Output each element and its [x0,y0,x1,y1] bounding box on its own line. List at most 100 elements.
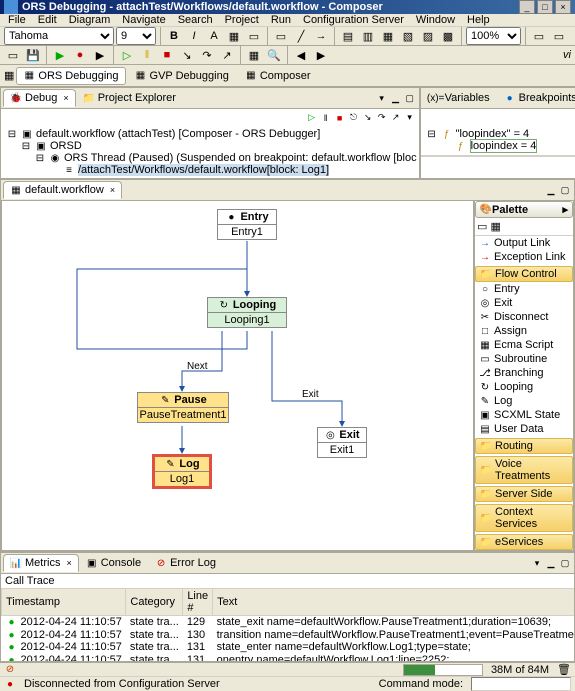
menu-search[interactable]: Search [172,14,219,26]
close-icon[interactable]: × [110,185,115,195]
debug-button[interactable]: ▶ [51,46,69,64]
menu-window[interactable]: Window [410,14,461,26]
palette-item[interactable]: ▦Ecma Script [475,338,573,352]
minimize-view-button[interactable]: ▁ [389,91,403,105]
zoom-selector[interactable]: 100% [466,27,521,45]
align-bottom-button[interactable]: ▩ [439,27,457,45]
extra-2-button[interactable]: ▭ [550,27,568,45]
node-looping[interactable]: ↻Looping Looping1 [207,297,287,328]
arrow-button[interactable]: → [312,27,330,45]
palette-category[interactable]: 📁Server Side [475,486,573,502]
font-selector[interactable]: Tahoma [4,27,114,45]
open-perspective-button[interactable]: ▦ [4,69,14,82]
palette-link[interactable]: →Exception Link [475,250,573,264]
breakpoints-tab[interactable]: ● Breakpoints [497,89,575,107]
view-menu-button[interactable]: ▾ [375,91,389,105]
suspend-button[interactable]: ‖ [138,46,156,64]
disconnect-mini-button[interactable]: ⎋ [347,111,361,125]
step-over-button[interactable]: ↷ [198,46,216,64]
node-entry[interactable]: ●Entry Entry1 [217,209,277,240]
palette-link[interactable]: →Output Link [475,236,573,250]
minimize-button[interactable]: _ [519,0,535,14]
expression-row[interactable]: ƒloopindex = 4 [423,140,575,152]
palette-item[interactable]: ↻Looping [475,380,573,394]
heap-progress[interactable] [403,664,483,676]
palette-item[interactable]: ◎Exit [475,296,573,310]
console-tab[interactable]: ▣ Console [79,554,148,572]
metrics-tab[interactable]: 📊 Metrics × [3,554,79,572]
palette-item[interactable]: ✂Disconnect [475,310,573,324]
table-row[interactable]: ● 2012-04-24 11:10:57state tra...129stat… [2,616,575,629]
menu-diagram[interactable]: Diagram [63,14,117,26]
menu-file[interactable]: File [2,14,32,26]
palette-item[interactable]: ○Entry [475,282,573,296]
palette-marquee-button[interactable]: ▦ [490,221,500,233]
nav-fwd-button[interactable]: ▶ [312,46,330,64]
step-return-mini-button[interactable]: ↗ [389,111,403,125]
maximize-view-button[interactable]: ▢ [558,556,572,570]
step-into-button[interactable]: ↘ [178,46,196,64]
terminate-mini-button[interactable]: ■ [333,111,347,125]
resume-mini-button[interactable]: ▷ [305,111,319,125]
menu-edit[interactable]: Edit [32,14,63,26]
minimize-view-button[interactable]: ▁ [544,556,558,570]
palette-item[interactable]: ✎Log [475,394,573,408]
palette-category[interactable]: 📁Context Services [475,504,573,532]
select-button[interactable]: ▭ [272,27,290,45]
bold-button[interactable]: B [165,27,183,45]
palette-collapse-button[interactable]: ▸ [562,203,568,216]
palette-category[interactable]: 📁Routing [475,438,573,454]
workflow-canvas[interactable]: ●Entry Entry1 ↻Looping Looping1 Next Exi… [1,200,474,551]
menu-configuration-server[interactable]: Configuration Server [297,14,410,26]
step-into-mini-button[interactable]: ↘ [361,111,375,125]
view-menu-button[interactable]: ▾ [530,556,544,570]
close-icon[interactable]: × [63,93,68,103]
new-button[interactable]: ▭ [4,46,22,64]
palette-item[interactable]: □Assign [475,324,573,338]
menu-project[interactable]: Project [219,14,265,26]
tree-row[interactable]: ⊟◉ORS Thread (Paused) (Suspended on brea… [3,152,417,164]
close-icon[interactable]: × [66,558,71,568]
gc-button[interactable]: 🗑 [557,663,571,676]
line-color-button[interactable]: ▭ [245,27,263,45]
table-row[interactable]: ● 2012-04-24 11:10:57state tra...130tran… [2,629,575,642]
align-middle-button[interactable]: ▨ [419,27,437,45]
extra-1-button[interactable]: ▭ [530,27,548,45]
palette-item[interactable]: ⎇Branching [475,366,573,380]
step-over-mini-button[interactable]: ↷ [375,111,389,125]
menu-run[interactable]: Run [265,14,297,26]
palette-select-button[interactable]: ▭ [477,221,487,233]
debug-tab[interactable]: 🐞 Debug × [3,89,76,107]
menu-navigate[interactable]: Navigate [116,14,171,26]
workflow-editor-tab[interactable]: ▦ default.workflow × [3,181,122,199]
run-config-button[interactable]: ▶ [91,46,109,64]
perspective-gvp-debugging[interactable]: ▦GVP Debugging [128,67,236,85]
build-button[interactable]: ▦ [245,46,263,64]
command-input[interactable] [471,677,571,691]
perspective-composer[interactable]: ▦Composer [238,67,318,85]
palette-category[interactable]: 📁Flow Control [475,266,573,282]
col-header[interactable]: Line # [183,589,213,616]
errorlog-tab[interactable]: ⊘ Error Log [148,554,223,572]
table-row[interactable]: ● 2012-04-24 11:10:57state tra...131onen… [2,654,575,662]
nav-back-button[interactable]: ◀ [292,46,310,64]
palette-category[interactable]: 📁Voice Treatments [475,456,573,484]
maximize-button[interactable]: □ [537,0,553,14]
menu-help[interactable]: Help [461,14,496,26]
node-exit[interactable]: ◎Exit Exit1 [317,427,367,458]
node-pause[interactable]: ✎Pause PauseTreatment1 [137,392,229,423]
italic-button[interactable]: I [185,27,203,45]
node-log[interactable]: ✎Log Log1 [152,454,212,489]
debug-view-menu[interactable]: ▾ [403,111,417,125]
align-top-button[interactable]: ▧ [399,27,417,45]
variables-tab[interactable]: (x)= Variables [423,89,497,107]
minimize-view-button[interactable]: ▁ [544,183,558,197]
debug-tree[interactable]: ⊟▣default.workflow (attachTest) [Compose… [1,126,419,178]
palette-category[interactable]: 📁eServices [475,534,573,550]
tree-row[interactable]: ⊟▣default.workflow (attachTest) [Compose… [3,128,417,140]
col-header[interactable]: Text [213,589,574,616]
table-row[interactable]: ● 2012-04-24 11:10:57state tra...131stat… [2,641,575,654]
expressions-tree[interactable]: ⊟ƒ"loopindex" = 4ƒloopindex = 4 [421,126,575,156]
fill-color-button[interactable]: ▦ [225,27,243,45]
palette-item[interactable]: ▭Subroutine [475,352,573,366]
